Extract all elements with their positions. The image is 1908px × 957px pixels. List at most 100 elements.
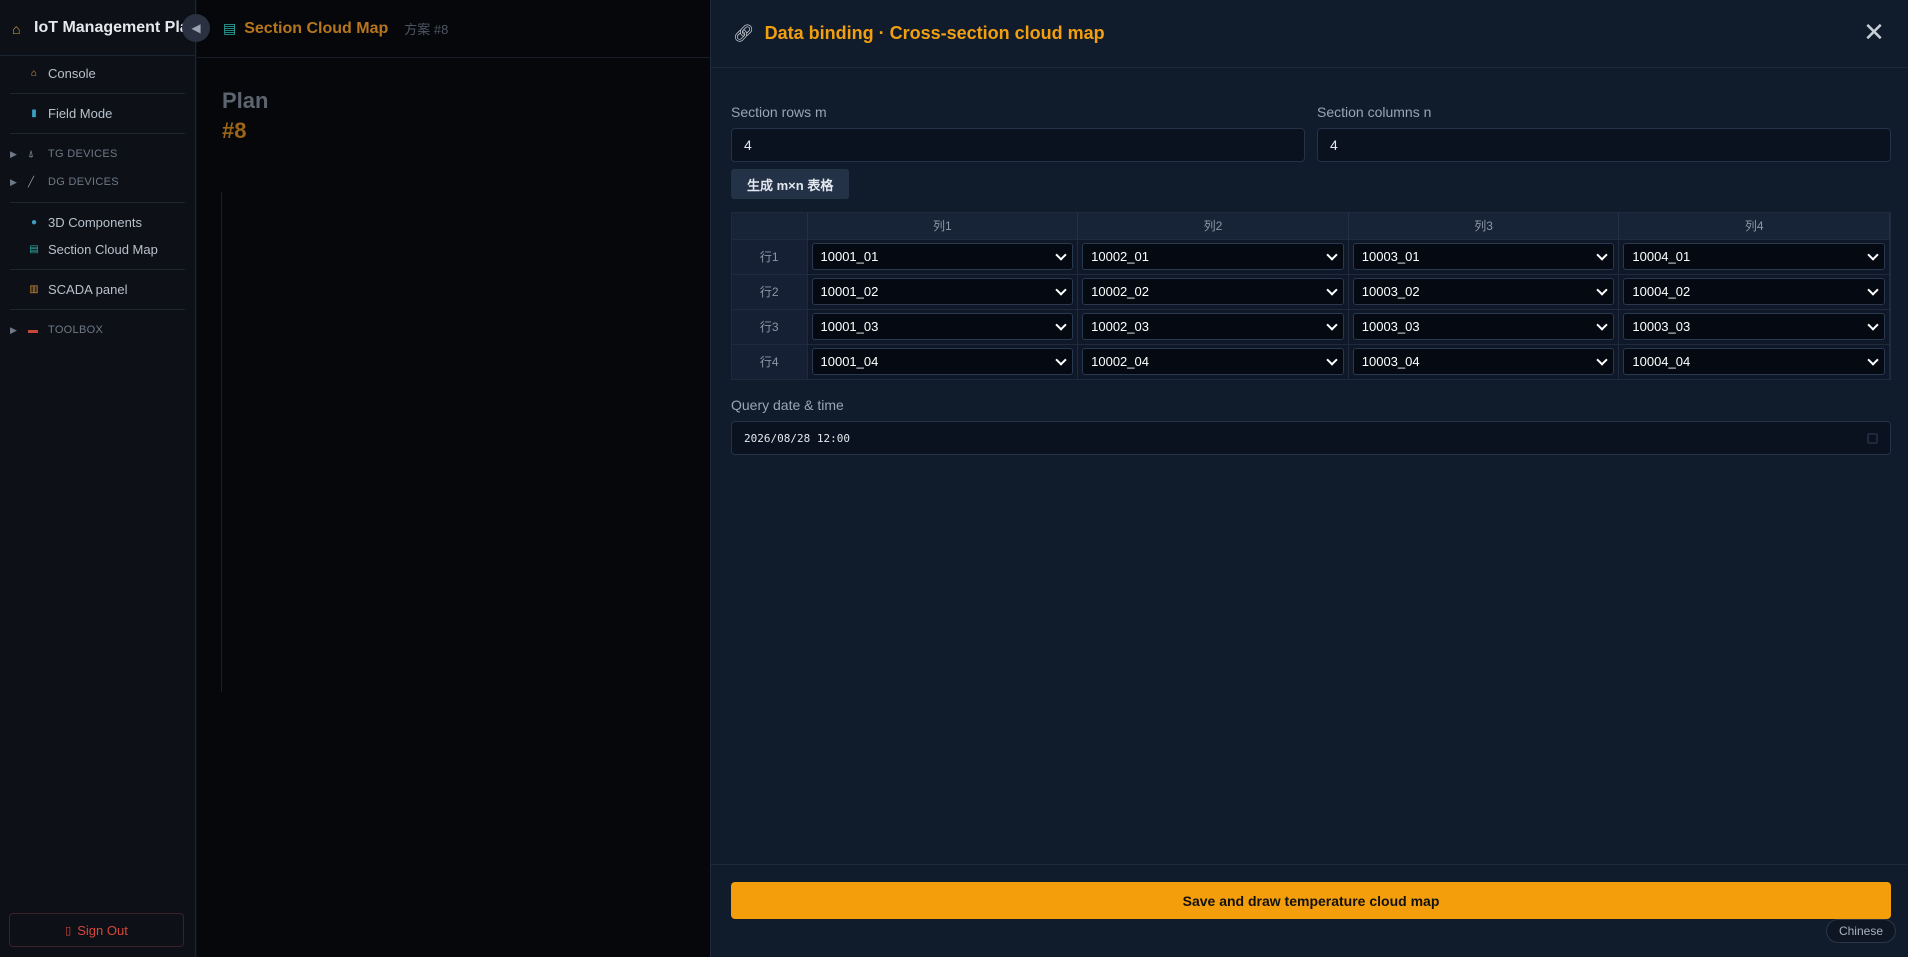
sidebar-item-console[interactable]: ⌂ Console — [10, 60, 185, 87]
sensor-select[interactable]: 10003_03 — [1352, 313, 1615, 340]
sensor-select[interactable]: 10003_02 — [1352, 278, 1615, 305]
select-value: 10003_02 — [1361, 284, 1420, 299]
sensor-select[interactable]: 10003_01 — [1352, 243, 1615, 270]
chevron-down-icon — [1055, 354, 1067, 366]
divider — [10, 309, 185, 310]
chevron-down-icon — [1596, 354, 1609, 366]
chevron-down-icon — [1055, 248, 1067, 261]
chevron-left-icon: ◀ — [191, 21, 201, 35]
sidebar-group-toolbox[interactable]: ▶ ▬ TOOLBOX — [10, 316, 185, 344]
columns-label: Section columns n — [1317, 104, 1432, 120]
select-value: 10002_04 — [1091, 354, 1149, 370]
select-value: 10001_03 — [820, 319, 879, 334]
rows-input[interactable]: 4 — [731, 128, 1305, 162]
sidebar: ⌂ IoT Management Platform ⌂ Console ▮ Fi… — [0, 0, 196, 957]
select-value: 10002_01 — [1091, 249, 1149, 264]
select-value: 10002_03 — [1091, 319, 1149, 334]
sign-out-label: Sign Out — [77, 922, 128, 938]
toolbox-icon: ▬ — [28, 324, 39, 336]
binding-grid: 列1 列2 列3 列4 行1 10001_01 10002_01 10003_0… — [731, 212, 1891, 380]
corner-cell — [732, 213, 808, 239]
sidebar-item-label: 3D Components — [48, 215, 142, 230]
generate-grid-button[interactable]: 生成 m×n 表格 — [731, 169, 850, 199]
select-value: 10003_03 — [1632, 319, 1691, 334]
rows-label: Section rows m — [731, 104, 827, 120]
sidebar-group-label: TOOLBOX — [48, 324, 104, 336]
column-header: 列4 — [1618, 213, 1890, 239]
select-value: 10003_04 — [1361, 354, 1420, 370]
save-and-draw-button[interactable]: Save and draw temperature cloud map — [731, 882, 1891, 919]
app-root: ⌂ IoT Management Platform ⌂ Console ▮ Fi… — [0, 0, 1908, 957]
sidebar-item-scada-panel[interactable]: ▥ SCADA panel — [10, 276, 185, 303]
column-header: 列3 — [1348, 213, 1620, 239]
map-icon: ▤ — [223, 20, 237, 36]
sign-out-button[interactable]: ▯ Sign Out — [9, 913, 184, 947]
sidebar-nav: ⌂ Console ▮ Field Mode ▶ ⍋ TG DEVICES ▶ … — [0, 56, 195, 344]
select-value: 10004_04 — [1632, 354, 1691, 370]
chevron-down-icon — [1867, 354, 1879, 366]
data-binding-drawer: 🔗︎ Data binding · Cross-section cloud ma… — [710, 0, 1908, 957]
sensor-select[interactable]: 10001_01 — [811, 243, 1074, 270]
select-value: 10003_03 — [1361, 319, 1420, 334]
sidebar-item-field-mode[interactable]: ▮ Field Mode — [10, 100, 185, 127]
link-icon: 🔗︎ — [733, 23, 755, 43]
table-row: 行4 10001_04 10002_04 10003_04 10004_04 — [732, 343, 1890, 379]
table-row: 行3 10001_03 10002_03 10003_03 10003_03 — [732, 308, 1890, 344]
sensor-select[interactable]: 10004_04 — [1623, 348, 1885, 376]
page-title: Section Cloud Map — [244, 19, 389, 37]
query-datetime-input[interactable]: 2026/08/28 12:00 — [731, 421, 1891, 455]
chevron-down-icon — [1055, 318, 1067, 331]
sidebar-item-3d-components[interactable]: ● 3D Components — [10, 209, 185, 236]
sidebar-item-section-cloud-map[interactable]: ▤ Section Cloud Map — [10, 236, 185, 263]
select-value: 10004_01 — [1632, 249, 1691, 264]
sensor-select[interactable]: 10002_04 — [1082, 348, 1344, 376]
chevron-down-icon — [1326, 354, 1338, 366]
sidebar-item-label: SCADA panel — [48, 282, 128, 297]
language-toggle-button[interactable]: Chinese — [1825, 919, 1896, 943]
row-header: 行2 — [732, 273, 808, 309]
datetime-value: 2026/08/28 12:00 — [744, 431, 850, 445]
sidebar-group-label: TG DEVICES — [48, 148, 118, 160]
sensor-select[interactable]: 10002_03 — [1082, 313, 1344, 340]
brand: ⌂ IoT Management Platform — [0, 0, 195, 56]
column-header: 列1 — [807, 213, 1079, 239]
chevron-down-icon — [1326, 318, 1338, 331]
close-icon[interactable]: ✕ — [1862, 20, 1886, 46]
sensor-select[interactable]: 10002_01 — [1082, 243, 1344, 270]
chevron-down-icon — [1326, 248, 1338, 261]
sensor-select[interactable]: 10004_01 — [1623, 243, 1885, 270]
chevron-down-icon — [1867, 248, 1879, 261]
row-header: 行1 — [732, 238, 808, 274]
select-value: 10004_02 — [1632, 284, 1691, 299]
sensor-select[interactable]: 10001_04 — [811, 348, 1074, 376]
select-value: 10001_01 — [820, 249, 879, 264]
sensor-select[interactable]: 10003_04 — [1352, 348, 1615, 376]
collapse-sidebar-button[interactable]: ◀ — [182, 14, 210, 42]
row-header: 行3 — [732, 308, 808, 344]
chevron-down-icon — [1055, 283, 1067, 296]
globe-icon: ● — [30, 217, 38, 228]
expand-triangle-icon: ▶ — [10, 148, 18, 159]
divider — [10, 93, 185, 94]
calendar-icon[interactable] — [1867, 432, 1878, 444]
sensor-select[interactable]: 10001_03 — [811, 313, 1074, 340]
columns-input[interactable]: 4 — [1317, 128, 1891, 162]
sidebar-item-label: Section Cloud Map — [48, 242, 158, 257]
sidebar-group-tg-devices[interactable]: ▶ ⍋ TG DEVICES — [10, 140, 185, 168]
chevron-down-icon — [1867, 283, 1879, 296]
sensor-select[interactable]: 10003_03 — [1623, 313, 1885, 340]
sensor-select[interactable]: 10004_02 — [1623, 278, 1885, 305]
sidebar-group-dg-devices[interactable]: ▶ ╱ DG DEVICES — [10, 168, 185, 196]
plan-heading: Plan #8 — [222, 88, 268, 144]
divider — [10, 269, 185, 270]
sensor-select[interactable]: 10001_02 — [811, 278, 1074, 305]
select-value: 10002_02 — [1091, 284, 1149, 299]
expand-triangle-icon: ▶ — [10, 324, 18, 335]
sensor-select[interactable]: 10002_02 — [1082, 278, 1344, 305]
drawer-footer: Save and draw temperature cloud map Chin… — [711, 864, 1908, 957]
select-value: 10001_04 — [820, 354, 879, 370]
chevron-down-icon — [1326, 283, 1338, 296]
divider — [10, 202, 185, 203]
antenna-icon: ⍋ — [28, 148, 35, 160]
table-header-row: 列1 列2 列3 列4 — [732, 213, 1890, 239]
